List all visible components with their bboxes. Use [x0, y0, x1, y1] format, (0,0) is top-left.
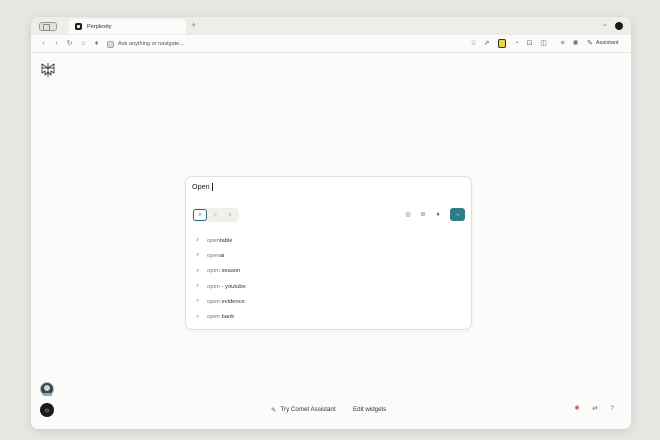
- suggestion-item[interactable]: ⌕ open bank: [196, 309, 456, 324]
- assistant-label: Assistant: [595, 40, 619, 46]
- sidebar-toggle-icon[interactable]: [39, 22, 57, 31]
- suggestion-item[interactable]: ⌕ open season: [196, 264, 456, 279]
- suggestion-completion: ai: [219, 252, 225, 259]
- browser-window: Perplexity + ⌄ ‹ › ↻ ⌂ ♦ Ask anything or…: [31, 17, 631, 429]
- notification-icon[interactable]: ✺: [573, 405, 581, 413]
- home-icon[interactable]: ⌂: [79, 39, 88, 48]
- settings-icon[interactable]: ✺: [571, 39, 580, 48]
- account-icon[interactable]: [615, 22, 623, 30]
- extension-icon[interactable]: ⊡: [525, 39, 534, 48]
- search-input[interactable]: Open: [192, 182, 213, 191]
- search-icon: ⌕: [196, 267, 200, 274]
- tab-perplexity[interactable]: Perplexity: [69, 19, 186, 34]
- suggestion-completion: table: [219, 237, 233, 244]
- search-icon: ⌕: [196, 237, 200, 244]
- text-caret: [211, 182, 213, 191]
- submit-button[interactable]: →: [450, 208, 465, 221]
- search-icon: ⌕: [196, 283, 200, 290]
- extension-icon[interactable]: ◔: [512, 39, 521, 48]
- suggestion-prefix: open: [207, 314, 220, 321]
- help-icon[interactable]: ?: [608, 405, 616, 413]
- suggestion-completion: - youtube: [219, 283, 246, 290]
- globe-icon[interactable]: ◎: [404, 211, 412, 219]
- try-comet-assistant-button[interactable]: ✎ Try Comet Assistant: [271, 403, 336, 416]
- omnibox[interactable]: Ask anything or navigate...: [107, 38, 184, 50]
- suggestion-prefix: open: [207, 237, 220, 244]
- toolbar: ‹ › ↻ ⌂ ♦ Ask anything or navigate... ☆ …: [31, 35, 631, 53]
- labs-mode-bulb-icon[interactable]: ♁: [223, 209, 237, 221]
- suggestion-item[interactable]: ⌕ open - youtube: [196, 279, 456, 294]
- translate-icon[interactable]: ⇄: [591, 405, 599, 413]
- extension-icon[interactable]: ◫: [539, 39, 548, 48]
- suggestion-item[interactable]: ⌕ opentable: [196, 233, 456, 248]
- avatar-badge: [43, 393, 52, 396]
- search-box[interactable]: Open ⌕ ⁘ ♁ ◎ ⊘ ♦ → ⌕ opentable ⌕ openai …: [185, 176, 472, 330]
- search-mode-icon[interactable]: ⌕: [193, 209, 207, 221]
- search-query-text: Open: [192, 182, 210, 191]
- suggestion-prefix: open: [207, 252, 220, 259]
- comet-icon: ✎: [271, 406, 277, 414]
- bookmark-star-icon[interactable]: ☆: [469, 39, 478, 48]
- microphone-icon[interactable]: ♦: [92, 39, 101, 48]
- try-comet-label: Try Comet Assistant: [280, 406, 336, 413]
- theme-toggle-icon[interactable]: ☼: [40, 403, 54, 417]
- suggestion-prefix: open: [207, 283, 220, 290]
- reload-icon[interactable]: ↻: [65, 39, 74, 48]
- suggestion-item[interactable]: ⌕ openai: [196, 248, 456, 263]
- tab-title: Perplexity: [87, 23, 112, 30]
- tab-list-chevron-icon[interactable]: ⌄: [602, 20, 608, 28]
- site-info-icon[interactable]: [107, 40, 114, 48]
- search-icon: ⌕: [196, 298, 200, 305]
- forward-icon[interactable]: ›: [52, 39, 61, 48]
- omnibox-text[interactable]: Ask anything or navigate...: [118, 41, 184, 47]
- extension-icon[interactable]: [498, 39, 506, 48]
- perplexity-favicon-icon: [75, 23, 82, 30]
- suggestion-prefix: open: [207, 268, 220, 275]
- suggestion-prefix: open: [207, 298, 220, 305]
- attach-icon[interactable]: ⊘: [419, 211, 427, 219]
- search-icon: ⌕: [196, 313, 200, 320]
- back-icon[interactable]: ‹: [39, 39, 48, 48]
- edit-widgets-button[interactable]: Edit widgets: [353, 403, 386, 416]
- search-icon: ⌕: [196, 252, 200, 259]
- suggestion-completion: evidence: [219, 298, 245, 305]
- menu-icon[interactable]: ≡: [558, 39, 567, 48]
- share-icon[interactable]: ⇗: [482, 39, 491, 48]
- assistant-button[interactable]: ✎ Assistant: [587, 39, 619, 47]
- assistant-icon: ✎: [587, 40, 593, 47]
- edit-widgets-label: Edit widgets: [353, 406, 387, 413]
- suggestion-completion: bank: [219, 314, 235, 321]
- research-mode-grid-icon[interactable]: ⁘: [208, 209, 222, 221]
- suggestion-completion: season: [219, 268, 241, 275]
- suggestion-list: ⌕ opentable ⌕ openai ⌕ open season ⌕ ope…: [196, 233, 456, 325]
- new-tab-button[interactable]: +: [191, 20, 196, 31]
- tab-strip: Perplexity + ⌄: [31, 17, 631, 35]
- microphone-icon[interactable]: ♦: [434, 211, 442, 219]
- search-mode-switcher: ⌕ ⁘ ♁: [192, 208, 239, 222]
- perplexity-logo-icon[interactable]: [40, 62, 56, 78]
- suggestion-item[interactable]: ⌕ open evidence: [196, 294, 456, 309]
